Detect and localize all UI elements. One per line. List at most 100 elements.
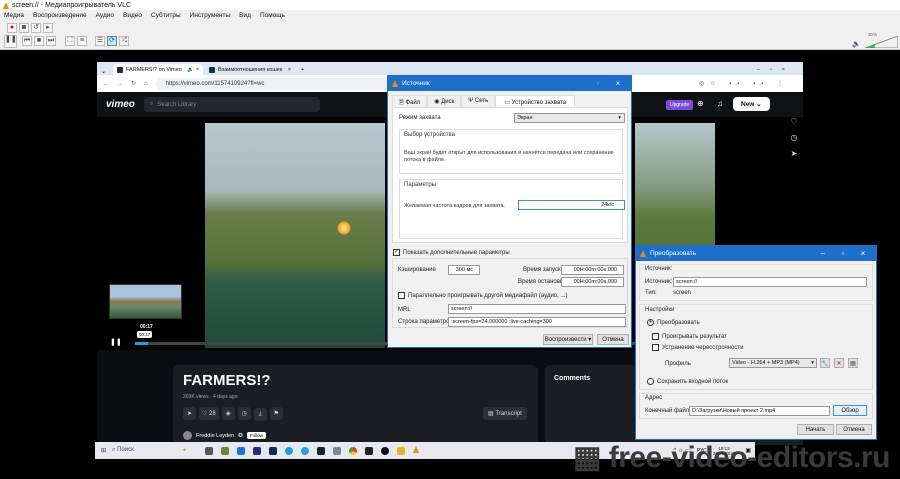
app-icon[interactable] [317, 446, 326, 455]
minimize-button[interactable]: – [814, 246, 832, 261]
pause-icon[interactable]: ❚❚ [110, 338, 122, 346]
cancel-button[interactable]: Отмена [597, 334, 629, 345]
start-button[interactable]: Начать [797, 424, 834, 435]
cancel-button[interactable]: Отмена [836, 424, 872, 435]
next-button[interactable]: ⏭ [46, 36, 56, 46]
upload-icon[interactable]: ⊕ [697, 99, 704, 108]
speaker-icon[interactable]: 🔈 [852, 40, 861, 48]
play-button[interactable]: Воспроизвести ▾ [543, 334, 593, 345]
back-icon[interactable]: ← [103, 81, 109, 87]
frame-step-button[interactable]: ▸ [43, 23, 53, 33]
menu-help[interactable]: Помощь [260, 12, 285, 19]
upgrade-button[interactable]: Upgrade [666, 100, 694, 110]
pause-button[interactable]: ❚❚ [4, 35, 17, 48]
stop-time-input[interactable]: 00H:00m:00s.000 [561, 277, 624, 287]
menu-view[interactable]: Вид [239, 12, 251, 19]
show-more-checkbox[interactable]: ✓ Показать дополнительные параметры [393, 249, 510, 256]
menu-tools[interactable]: Инструменты [190, 12, 231, 19]
vlc-taskbar-icon[interactable] [413, 446, 420, 455]
menu-media[interactable]: Медиа [4, 12, 24, 19]
taskbar-search[interactable]: ⌕ Поиск [112, 447, 182, 454]
tab-cats[interactable]: Взаимоотношения кошек × [205, 64, 295, 75]
menu-video[interactable]: Видео [123, 12, 142, 19]
task-view-icon[interactable] [205, 446, 214, 455]
stop-button[interactable]: ■ [34, 36, 44, 46]
playlist-button[interactable]: ☰ [95, 36, 105, 46]
delete-profile-button[interactable]: ✕ [834, 358, 844, 368]
snapshot-button[interactable]: ◙ [19, 23, 29, 33]
watch-later-button[interactable]: ◷ [237, 407, 251, 420]
author-name[interactable]: Freddie Leyden [196, 433, 234, 439]
deinterlace-checkbox[interactable]: Устранение чересстрочности [652, 344, 743, 351]
caching-spinbox[interactable]: 300 мс [448, 265, 480, 275]
heart-icon[interactable]: ♡ [785, 117, 803, 133]
copilot-icon[interactable]: ✦ [182, 447, 187, 454]
fullscreen-button[interactable]: ⛶ [65, 36, 75, 46]
app-icon[interactable] [381, 446, 390, 455]
app-icon[interactable] [253, 446, 262, 455]
destination-input[interactable]: D:\Загрузки\Новый проект 2.mp4 [689, 406, 830, 416]
reload-icon[interactable]: ↻ [131, 80, 136, 87]
author-avatar[interactable] [183, 431, 192, 440]
close-icon[interactable]: 🔊 × [187, 67, 199, 73]
close-icon[interactable]: × [288, 67, 291, 73]
close-button[interactable]: × [854, 246, 872, 261]
shuffle-button[interactable]: ⤮ [119, 36, 129, 46]
menu-subtitles[interactable]: Субтитры [151, 12, 181, 19]
convert-radio[interactable]: ● Преобразовать [647, 319, 700, 326]
browse-button[interactable]: Обзор [833, 405, 867, 416]
forward-icon[interactable]: → [117, 81, 123, 87]
home-icon[interactable]: ⌂ [144, 81, 148, 87]
vimeo-logo[interactable]: vimeo [106, 99, 135, 110]
report-button[interactable]: ⚑ [269, 407, 283, 420]
share-icon[interactable]: ➤ [785, 149, 803, 165]
tab-farmers[interactable]: FARMERS!? on Vimeo 🔊 × [113, 64, 203, 75]
search-input[interactable]: ⌕ Search Library [143, 97, 320, 112]
new-profile-button[interactable]: ▤ [848, 358, 858, 368]
app-icon[interactable] [237, 446, 246, 455]
fps-spinbox[interactable]: 24к/с [518, 200, 625, 210]
profile-select[interactable]: Video - H.264 + MP3 (MP4) ▾ [729, 358, 817, 368]
previous-button[interactable]: ⏮ [22, 36, 32, 46]
new-button[interactable]: New ⌄ [733, 97, 770, 111]
folder-icon[interactable] [397, 446, 406, 455]
extension-icons[interactable]: ◎☆ ▪▪ ▪▪ ⋮ [699, 80, 789, 87]
menu-audio[interactable]: Аудио [96, 12, 114, 19]
app-icon[interactable] [221, 446, 230, 455]
loop-button[interactable]: ⟳ [107, 36, 117, 46]
edge-icon[interactable] [285, 446, 294, 455]
parallel-checkbox[interactable]: Параллельно проигрывать другой медиафайл… [398, 292, 567, 299]
edit-profile-button[interactable]: 🔧 [820, 358, 830, 368]
app-icon[interactable] [333, 446, 342, 455]
telegram-icon[interactable] [301, 446, 310, 455]
loop-ab-button[interactable]: ↺ [31, 23, 41, 33]
dump-radio[interactable]: Сохранить входной поток [647, 378, 728, 385]
equalizer-button[interactable]: ≡ [77, 36, 87, 46]
maximize-button[interactable]: ▫ [834, 246, 852, 261]
follow-button[interactable]: Follow [246, 432, 266, 439]
close-button[interactable]: × [609, 76, 627, 91]
clock-icon[interactable]: ◷ [785, 133, 803, 149]
start-time-input[interactable]: 00H:00m:00s.000 [561, 265, 624, 275]
photoshop-icon[interactable] [269, 446, 278, 455]
mrl-input[interactable]: screen:// [448, 304, 626, 314]
like-button[interactable]: ♡ 28 [199, 407, 219, 420]
chrome-icon[interactable] [349, 446, 358, 455]
window-controls[interactable]: –▫× [749, 67, 803, 75]
tab-search-icon[interactable]: ⌄ [101, 68, 111, 75]
download-button[interactable]: ⤓ [253, 408, 267, 421]
transcript-button[interactable]: ▤ Transcript [483, 407, 527, 420]
play-result-checkbox[interactable]: Проигрывать результат [652, 333, 727, 340]
share-button[interactable]: ➤ [183, 407, 196, 420]
options-input[interactable]: :screen-fps=24.000000 :live-caching=300 [448, 317, 626, 327]
maximize-button[interactable]: ▫ [589, 76, 607, 91]
new-tab-button[interactable]: + [297, 67, 308, 75]
menu-playback[interactable]: Воспроизведение [33, 12, 87, 19]
record-button[interactable]: ● [7, 23, 17, 33]
windows-start-icon[interactable]: ⊞ [101, 447, 106, 454]
capture-mode-select[interactable]: Экран ▾ [514, 113, 625, 123]
collection-button[interactable]: ◈ [221, 407, 235, 420]
app-icon[interactable] [365, 446, 374, 455]
volume-slider[interactable]: 30% [864, 32, 899, 49]
source-input[interactable]: screen:// [673, 277, 867, 287]
